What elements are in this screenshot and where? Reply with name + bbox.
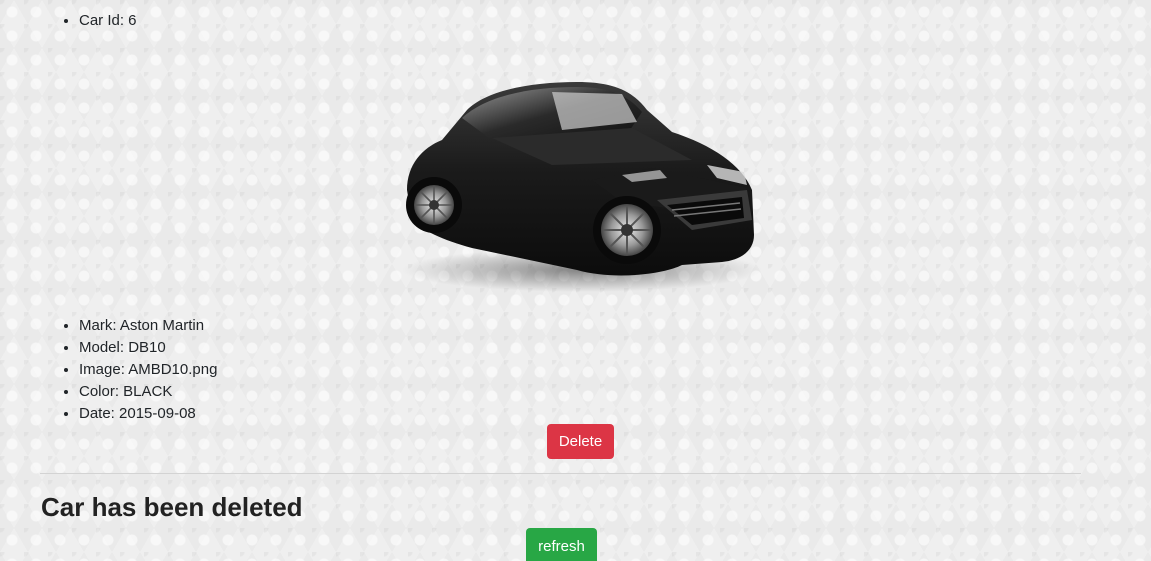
car-image-item: Image: AMBD10.png: [79, 359, 217, 381]
car-id-list: Car Id: 6: [0, 10, 137, 32]
car-color-item: Color: BLACK: [79, 381, 217, 403]
car-mark-item: Mark: Aston Martin: [79, 315, 217, 337]
car-model-item: Model: DB10: [79, 337, 217, 359]
refresh-button[interactable]: refresh: [526, 528, 597, 561]
status-message: Car has been deleted: [41, 492, 303, 522]
delete-button[interactable]: Delete: [547, 424, 614, 459]
car-details-list: Mark: Aston Martin Model: DB10 Image: AM…: [0, 315, 217, 425]
car-date-item: Date: 2015-09-08: [79, 403, 217, 425]
divider: [40, 473, 1081, 474]
car-image: [392, 70, 762, 295]
car-id-item: Car Id: 6: [79, 10, 137, 32]
